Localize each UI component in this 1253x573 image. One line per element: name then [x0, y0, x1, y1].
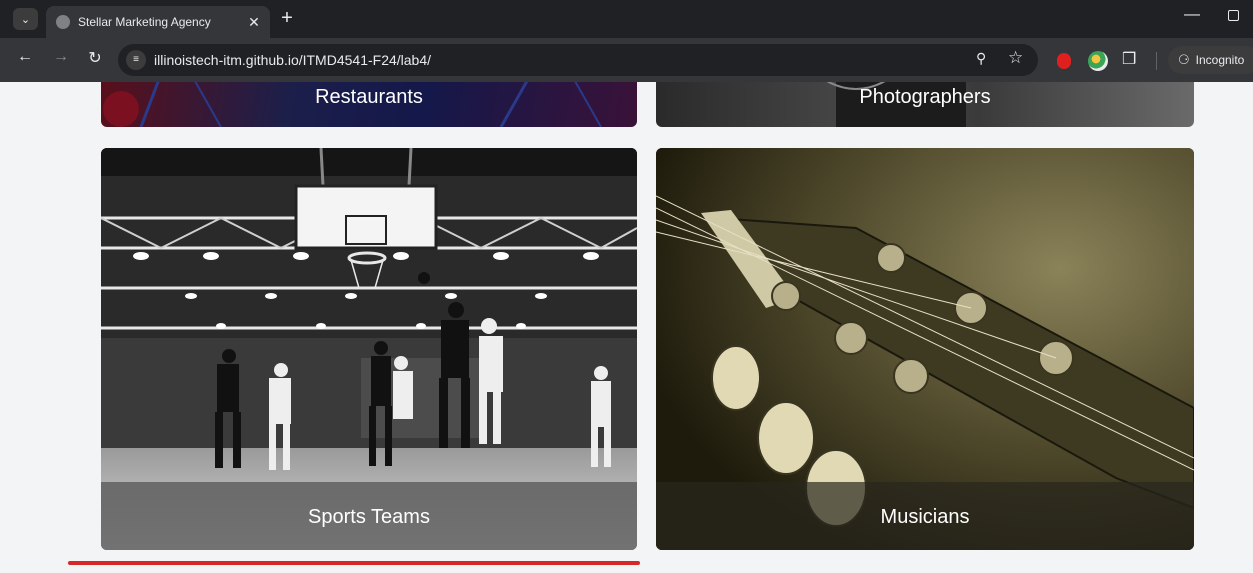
card-title-sports-teams: Sports Teams [308, 506, 430, 528]
card-musicians[interactable]: Musicians [656, 148, 1194, 550]
tab-title: Stellar Marketing Agency [78, 15, 211, 29]
address-bar[interactable]: ≡ illinoistech-itm.github.io/ITMD4541-F2… [118, 44, 1038, 76]
forward-arrow-icon[interactable]: → [50, 48, 72, 66]
browser-tab[interactable]: Stellar Marketing Agency ✕ [46, 6, 270, 38]
card-label-bar: Musicians [656, 482, 1194, 550]
card-photographers[interactable]: Photographers [656, 82, 1194, 127]
card-title-musicians: Musicians [880, 506, 970, 528]
accent-underline [68, 561, 640, 565]
browser-toolbar: ← → ↻ ≡ illinoistech-itm.github.io/ITMD4… [0, 38, 1253, 82]
extension-icon[interactable] [1088, 51, 1108, 71]
incognito-label: Incognito [1195, 53, 1245, 67]
star-icon[interactable]: ☆ [1008, 48, 1023, 68]
tab-bar: ⌄ Stellar Marketing Agency ✕ + — [0, 0, 1253, 38]
url-text[interactable]: illinoistech-itm.github.io/ITMD4541-F24/… [154, 52, 431, 68]
new-tab-button[interactable]: + [276, 7, 298, 29]
reload-icon[interactable]: ↻ [84, 48, 106, 68]
tab-search-icon[interactable]: ⌄ [13, 8, 38, 30]
restore-icon[interactable] [1228, 10, 1239, 21]
back-arrow-icon[interactable]: ← [14, 48, 36, 66]
card-sports-teams[interactable]: Sports Teams [101, 148, 637, 550]
toolbar-divider [1156, 52, 1157, 70]
close-icon[interactable]: ✕ [244, 14, 264, 31]
card-title-restaurants: Restaurants [315, 86, 423, 108]
card-label-bar: Sports Teams [101, 482, 637, 550]
page-content: Restaurants Photographers Sports Teams M… [0, 82, 1253, 573]
incognito-badge[interactable]: ⚆ Incognito [1168, 46, 1253, 74]
card-restaurants[interactable]: Restaurants [101, 82, 637, 127]
zoom-icon[interactable]: ⚲ [976, 50, 986, 67]
site-info-icon[interactable]: ≡ [126, 50, 146, 70]
globe-icon [56, 15, 70, 29]
extension-icon[interactable] [1057, 53, 1071, 69]
incognito-icon: ⚆ [1178, 52, 1190, 67]
puzzle-icon[interactable]: ❒ [1122, 49, 1136, 69]
minimize-icon[interactable]: — [1184, 6, 1200, 24]
card-title-photographers: Photographers [859, 86, 991, 108]
